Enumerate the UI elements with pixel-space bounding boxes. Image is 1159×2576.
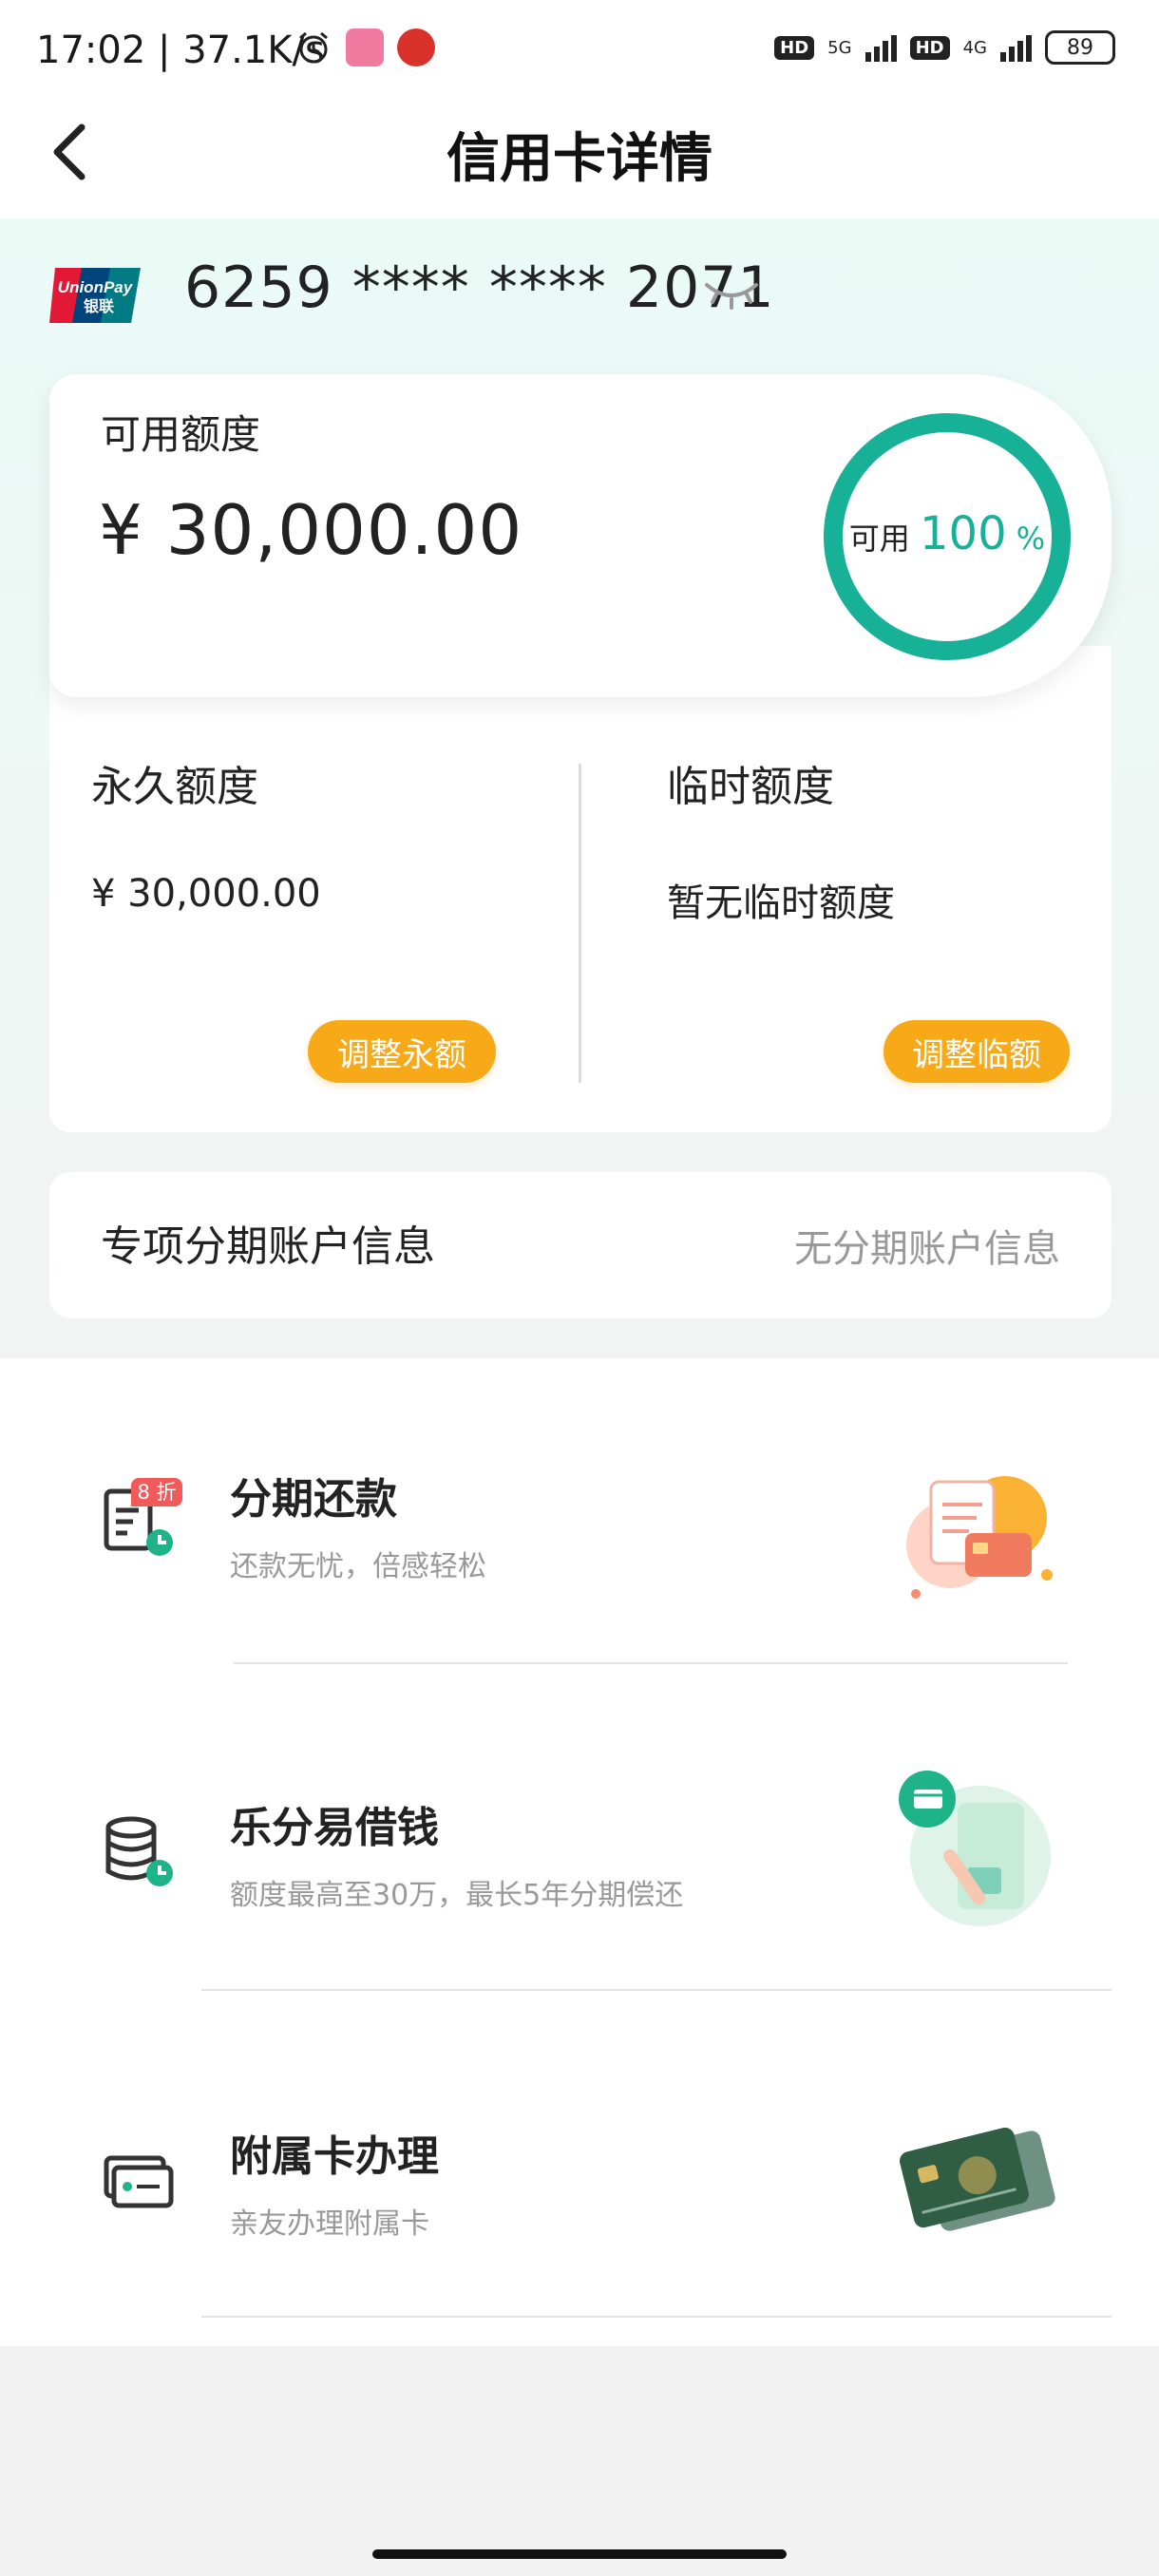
service-title: 附属卡办理	[230, 2132, 439, 2181]
network-type-label-2: 4G	[962, 37, 987, 58]
coins-clock-icon	[105, 1816, 173, 1886]
bill-card-illustration	[906, 1476, 1053, 1599]
permanent-limit-label: 永久额度	[91, 763, 258, 811]
installment-account-value: 无分期账户信息	[794, 1227, 1060, 1271]
hd-badge: HD	[774, 35, 815, 60]
signal-icon	[864, 33, 897, 62]
signal-icon-2	[1000, 33, 1032, 62]
app-notification-icon	[346, 28, 384, 66]
battery-level: 89	[1067, 35, 1093, 60]
service-title: 乐分易借钱	[230, 1804, 439, 1852]
limits-divider	[579, 764, 581, 1083]
status-notification-icons	[294, 28, 435, 66]
home-indicator[interactable]	[372, 2549, 787, 2559]
service-divider	[234, 1662, 1068, 1664]
permanent-limit-value: ¥ 30,000.00	[91, 872, 321, 916]
cards-icon	[104, 2155, 174, 2208]
bank-notification-icon	[397, 28, 435, 66]
discount-badge: 8 折	[131, 1478, 182, 1506]
unionpay-logo: UnionPay 银联	[49, 268, 141, 323]
service-subtitle: 亲友办理附属卡	[230, 2207, 429, 2241]
service-divider	[201, 1989, 1112, 1991]
ring-label-text: 可用	[848, 521, 910, 557]
available-credit-label: 可用额度	[101, 411, 261, 458]
installment-account-label: 专项分期账户信息	[101, 1222, 435, 1271]
service-subtitle: 还款无忧，倍感轻松	[230, 1550, 486, 1583]
eye-closed-icon[interactable]	[703, 274, 760, 312]
available-credit-amount: ¥ 30,000.00	[99, 490, 523, 570]
alarm-icon	[299, 31, 328, 64]
ring-percent-sign: %	[1016, 521, 1046, 557]
ring-percent: 100	[919, 507, 1007, 560]
battery-icon: 89	[1045, 30, 1115, 65]
hd-badge-2: HD	[909, 35, 950, 60]
service-divider	[201, 2316, 1112, 2318]
card-number: 6259 **** **** 2071	[184, 255, 775, 321]
network-type-label: 5G	[827, 37, 852, 58]
unionpay-logo-text: UnionPay	[58, 278, 134, 296]
page-title: 信用卡详情	[446, 128, 712, 190]
adjust-permanent-limit-button[interactable]: 调整永额	[308, 1020, 496, 1083]
temporary-limit-label: 临时额度	[667, 763, 834, 811]
status-indicators: HD 5G HD 4G 89	[774, 30, 1115, 65]
ring-label: 可用 100 %	[819, 507, 1075, 560]
service-title: 分期还款	[230, 1475, 397, 1524]
phone-card-illustration	[899, 1771, 1051, 1926]
adjust-temporary-limit-button[interactable]: 调整临额	[884, 1020, 1070, 1083]
status-time: 17:02 | 37.1K/s	[36, 28, 325, 72]
credit-cards-illustration	[900, 2127, 1055, 2231]
service-subtitle: 额度最高至30万，最长5年分期偿还	[230, 1879, 684, 1912]
temporary-limit-value: 暂无临时额度	[667, 881, 895, 925]
unionpay-logo-text-cn: 银联	[84, 297, 114, 315]
